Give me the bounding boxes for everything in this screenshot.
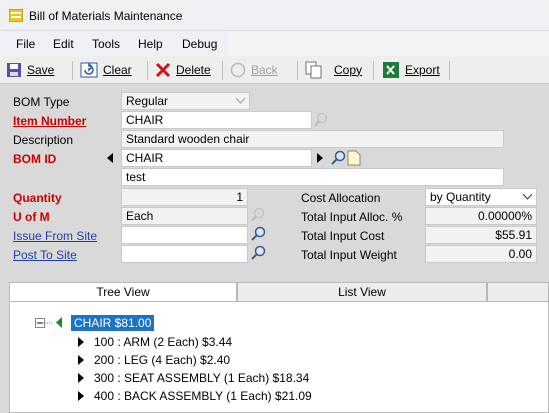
- total-input-weight-field: 0.00: [425, 245, 537, 263]
- app-icon: [9, 9, 23, 22]
- tree-connector: [45, 322, 53, 324]
- cost-allocation-label: Cost Allocation: [301, 191, 381, 205]
- cost-allocation-select[interactable]: by Quantity: [425, 188, 537, 206]
- menu-edit[interactable]: Edit: [53, 37, 74, 51]
- bom-type-select[interactable]: Regular: [121, 92, 250, 110]
- item-number-input[interactable]: CHAIR: [121, 111, 312, 129]
- tab-list-view[interactable]: List View: [237, 282, 487, 302]
- menu-debug[interactable]: Debug: [182, 37, 217, 51]
- bom-id-description-input[interactable]: test: [121, 168, 504, 186]
- copy-icon: [305, 61, 322, 79]
- expand-arrow-icon[interactable]: [78, 373, 84, 383]
- chevron-down-icon: [523, 194, 532, 200]
- expand-arrow-icon[interactable]: [78, 355, 84, 365]
- previous-arrow-icon[interactable]: [106, 153, 114, 163]
- quantity-field: 1: [121, 188, 248, 206]
- toolbar-separator: [373, 61, 374, 80]
- collapse-icon[interactable]: [35, 318, 45, 328]
- export-button[interactable]: Export: [382, 60, 440, 80]
- delete-x-icon: [155, 62, 171, 78]
- tab-overflow: [487, 282, 549, 302]
- uofm-field: Each: [121, 207, 248, 225]
- toolbar-separator: [449, 61, 450, 80]
- post-to-site-link[interactable]: Post To Site: [13, 248, 77, 262]
- lookup-magnifier-icon[interactable]: [250, 226, 266, 242]
- expanded-arrow-icon: [56, 317, 62, 328]
- total-input-cost-label: Total Input Cost: [301, 229, 385, 243]
- total-input-alloc-field: 0.00000%: [425, 207, 537, 225]
- toolbar: Save Clear Delete Back Copy Export: [0, 56, 549, 84]
- clear-icon: [80, 62, 98, 78]
- lookup-icon-disabled: [251, 208, 264, 222]
- description-label: Description: [13, 133, 74, 147]
- tab-tree-view[interactable]: Tree View: [9, 282, 237, 302]
- lookup-magnifier-icon[interactable]: [330, 150, 346, 166]
- expand-arrow-icon[interactable]: [78, 391, 84, 401]
- title-bar: Bill of Materials Maintenance: [0, 0, 549, 31]
- next-arrow-icon[interactable]: [316, 153, 324, 163]
- bom-type-label: BOM Type: [13, 95, 70, 109]
- menu-tools[interactable]: Tools: [92, 37, 120, 51]
- menu-bar: File Edit Tools Help Debug: [0, 31, 549, 56]
- tree-node-arm[interactable]: 100 : ARM (2 Each) $3.44: [94, 335, 232, 349]
- window-title: Bill of Materials Maintenance: [29, 9, 183, 23]
- issue-from-site-link[interactable]: Issue From Site: [13, 229, 97, 243]
- note-icon[interactable]: [347, 150, 361, 166]
- tree-node-back-assembly[interactable]: 400 : BACK ASSEMBLY (1 Each) $21.09: [94, 389, 312, 403]
- toolbar-separator: [72, 61, 73, 80]
- total-input-weight-label: Total Input Weight: [301, 248, 397, 262]
- clear-button[interactable]: Clear: [80, 60, 132, 80]
- quantity-label: Quantity: [13, 191, 62, 205]
- lookup-magnifier-icon[interactable]: [250, 245, 266, 261]
- post-to-site-input[interactable]: [121, 245, 248, 263]
- menu-file[interactable]: File: [16, 37, 35, 51]
- bom-id-label: BOM ID: [13, 152, 57, 166]
- issue-from-site-input[interactable]: [121, 226, 248, 244]
- delete-button[interactable]: Delete: [155, 60, 211, 80]
- description-field: Standard wooden chair: [121, 130, 504, 148]
- tree-node-leg[interactable]: 200 : LEG (4 Each) $2.40: [94, 353, 230, 367]
- toolbar-separator: [147, 61, 148, 80]
- total-input-alloc-label: Total Input Alloc. %: [301, 210, 403, 224]
- lookup-icon-disabled: [314, 113, 327, 127]
- expand-arrow-icon[interactable]: [78, 337, 84, 347]
- chevron-down-icon: [236, 98, 245, 104]
- toolbar-separator: [297, 61, 298, 80]
- bom-tree: CHAIR $81.00 100 : ARM (2 Each) $3.44 20…: [9, 301, 549, 413]
- uofm-label: U of M: [13, 210, 50, 224]
- tree-node-seat-assembly[interactable]: 300 : SEAT ASSEMBLY (1 Each) $18.34: [94, 371, 309, 385]
- back-circle-icon: [230, 62, 246, 78]
- total-input-cost-field: $55.91: [425, 226, 537, 244]
- item-number-label[interactable]: Item Number: [13, 114, 86, 128]
- save-icon: [7, 63, 21, 77]
- tree-root-chair[interactable]: CHAIR $81.00: [71, 315, 155, 331]
- bom-id-input[interactable]: CHAIR: [121, 149, 312, 167]
- menu-help[interactable]: Help: [138, 37, 163, 51]
- save-button[interactable]: Save: [6, 60, 54, 80]
- excel-export-icon: [383, 62, 399, 78]
- back-button[interactable]: Back: [230, 60, 278, 80]
- toolbar-separator: [222, 61, 223, 80]
- copy-button[interactable]: Copy: [305, 60, 362, 80]
